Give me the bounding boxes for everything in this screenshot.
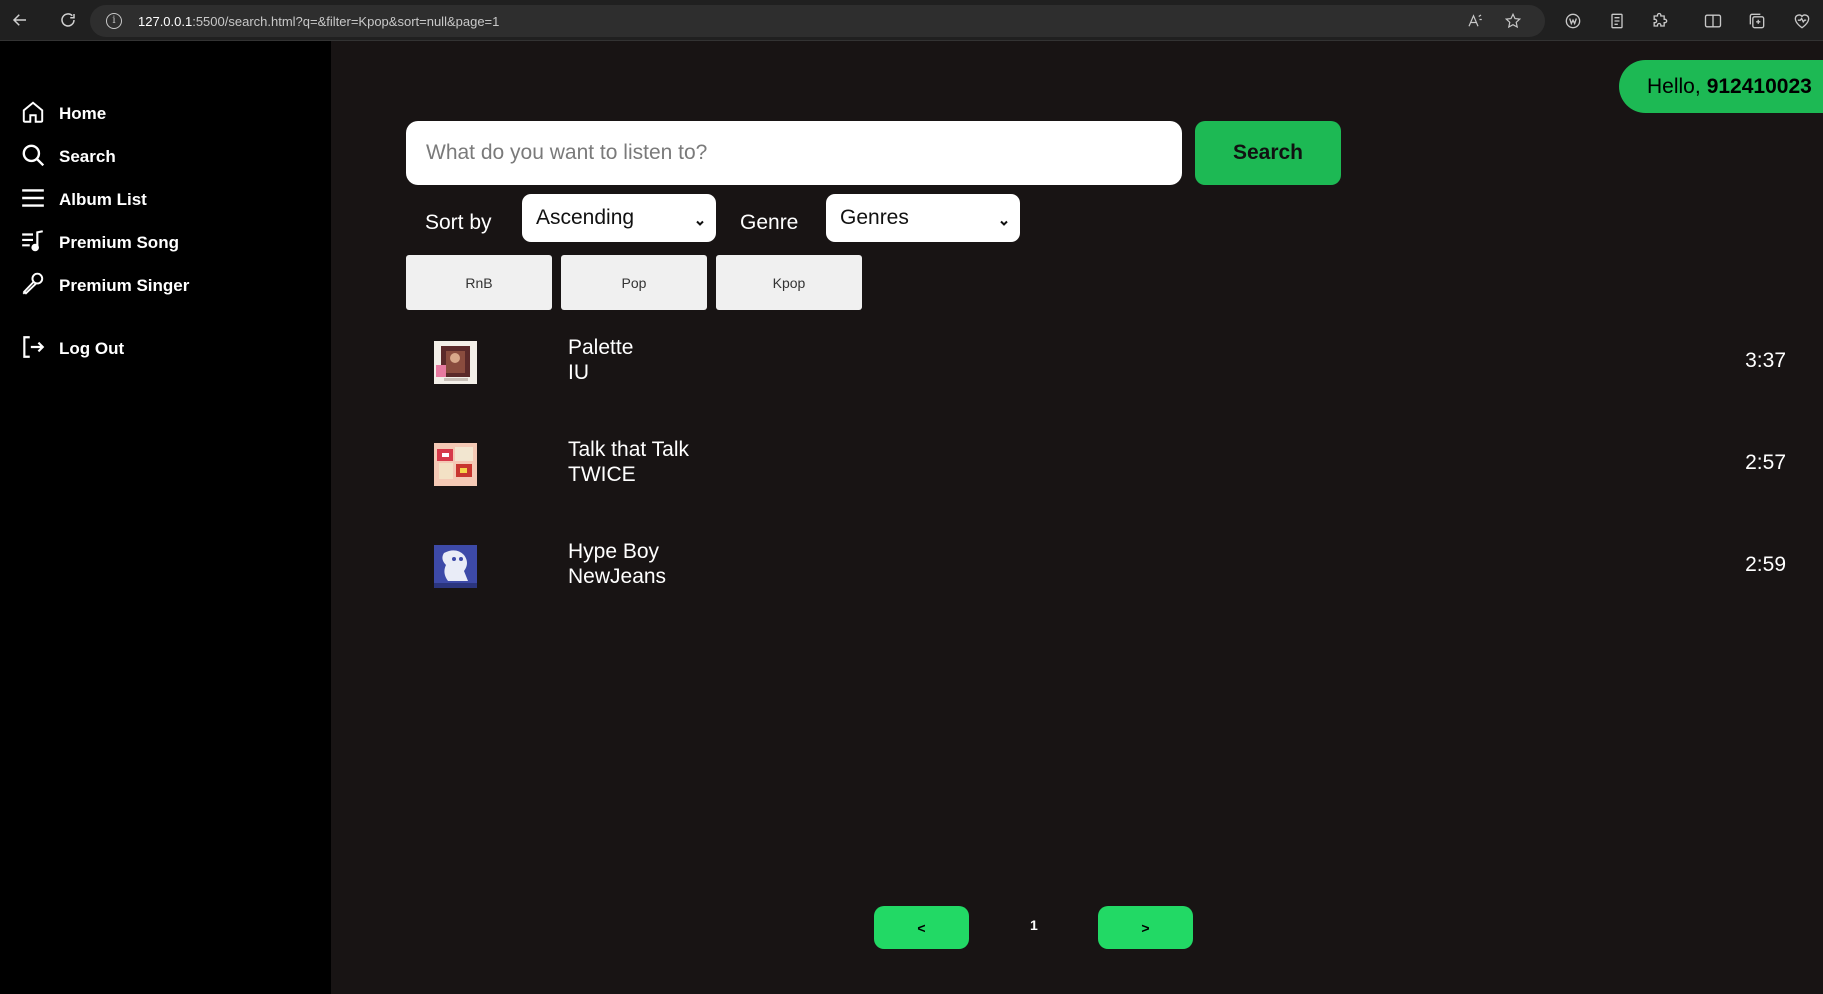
sort-by-label: Sort by <box>425 211 492 234</box>
genre-chip-pop[interactable]: Pop <box>561 255 707 310</box>
browser-essentials-icon[interactable] <box>1792 11 1812 31</box>
song-duration: 2:57 <box>1745 451 1786 474</box>
back-icon[interactable] <box>6 6 34 34</box>
search-icon <box>20 142 46 172</box>
album-cover-image <box>434 443 477 486</box>
genre-select-value: Genres <box>840 206 909 229</box>
username: 912410023 <box>1706 74 1812 98</box>
sidebar-item-label: Log Out <box>59 339 125 358</box>
greeting-text: Hello, <box>1647 74 1701 98</box>
sidebar: Home Search Album List Premium Song Prem… <box>0 41 331 994</box>
song-row[interactable]: Hype Boy NewJeans 2:59 <box>406 535 1786 605</box>
tab-collections-icon[interactable] <box>1747 11 1767 31</box>
sidebar-item-label: Premium Singer <box>59 276 190 295</box>
favorite-star-icon[interactable] <box>1504 12 1522 30</box>
url-path: :5500/search.html?q=&filter=Kpop&sort=nu… <box>192 13 500 29</box>
chevron-down-icon <box>694 211 706 226</box>
song-row[interactable]: Palette IU 3:37 <box>406 331 1786 401</box>
logout-icon <box>20 334 46 364</box>
song-artist: TWICE <box>568 463 636 486</box>
song-artist: NewJeans <box>568 565 667 588</box>
sidebar-item-label: Premium Song <box>59 233 179 252</box>
collections-icon[interactable] <box>1607 11 1627 31</box>
url-text[interactable]: 127.0.0.1:5500/search.html?q=&filter=Kpo… <box>138 14 499 29</box>
split-screen-icon[interactable] <box>1703 11 1723 31</box>
user-greeting-badge[interactable]: Hello, 912410023 <box>1619 60 1823 113</box>
prev-page-button[interactable]: < <box>874 906 969 949</box>
next-page-button[interactable]: > <box>1098 906 1193 949</box>
genre-chip-kpop[interactable]: Kpop <box>716 255 862 310</box>
album-cover-image <box>434 341 477 384</box>
music-list-icon <box>20 228 46 258</box>
microphone-icon <box>20 271 46 301</box>
song-row[interactable]: Talk that Talk TWICE 2:57 <box>406 433 1786 503</box>
url-host: 127.0.0.1 <box>138 13 193 29</box>
sidebar-item-search[interactable]: Search <box>20 142 116 172</box>
extension-w-icon[interactable] <box>1563 11 1583 31</box>
song-artist: IU <box>568 361 589 384</box>
genre-chip-rnb[interactable]: RnB <box>406 255 552 310</box>
site-info-icon[interactable]: i <box>106 13 122 29</box>
reload-icon[interactable] <box>54 6 82 34</box>
song-title: Talk that Talk <box>568 438 690 461</box>
sidebar-item-log-out[interactable]: Log Out <box>20 334 124 364</box>
album-cover-image <box>434 545 477 588</box>
sidebar-item-label: Search <box>59 147 116 166</box>
sidebar-item-home[interactable]: Home <box>20 99 106 129</box>
main-content: Hello, 912410023 Search Sort by Ascendin… <box>331 41 1823 994</box>
sidebar-item-premium-singer[interactable]: Premium Singer <box>20 271 189 301</box>
sort-select[interactable]: Ascending <box>522 194 716 242</box>
song-title: Hype Boy <box>568 540 660 563</box>
chevron-down-icon <box>998 211 1010 226</box>
genre-select[interactable]: Genres <box>826 194 1020 242</box>
sidebar-item-premium-song[interactable]: Premium Song <box>20 228 179 258</box>
sort-select-value: Ascending <box>536 206 635 229</box>
home-icon <box>20 99 46 129</box>
current-page-number: 1 <box>1030 917 1038 933</box>
address-bar[interactable]: i 127.0.0.1:5500/search.html?q=&filter=K… <box>90 5 1545 37</box>
song-duration: 2:59 <box>1745 553 1786 576</box>
sidebar-item-album-list[interactable]: Album List <box>20 185 147 215</box>
song-duration: 3:37 <box>1745 349 1786 372</box>
list-icon <box>20 185 46 215</box>
genre-label: Genre <box>740 211 799 234</box>
sidebar-item-label: Home <box>59 104 107 123</box>
song-title: Palette <box>568 336 634 359</box>
extensions-puzzle-icon[interactable] <box>1650 11 1670 31</box>
search-button[interactable]: Search <box>1195 121 1341 185</box>
sidebar-item-label: Album List <box>59 190 147 209</box>
read-aloud-icon[interactable] <box>1466 12 1484 30</box>
browser-toolbar: i 127.0.0.1:5500/search.html?q=&filter=K… <box>0 0 1823 41</box>
search-input[interactable] <box>406 121 1182 185</box>
